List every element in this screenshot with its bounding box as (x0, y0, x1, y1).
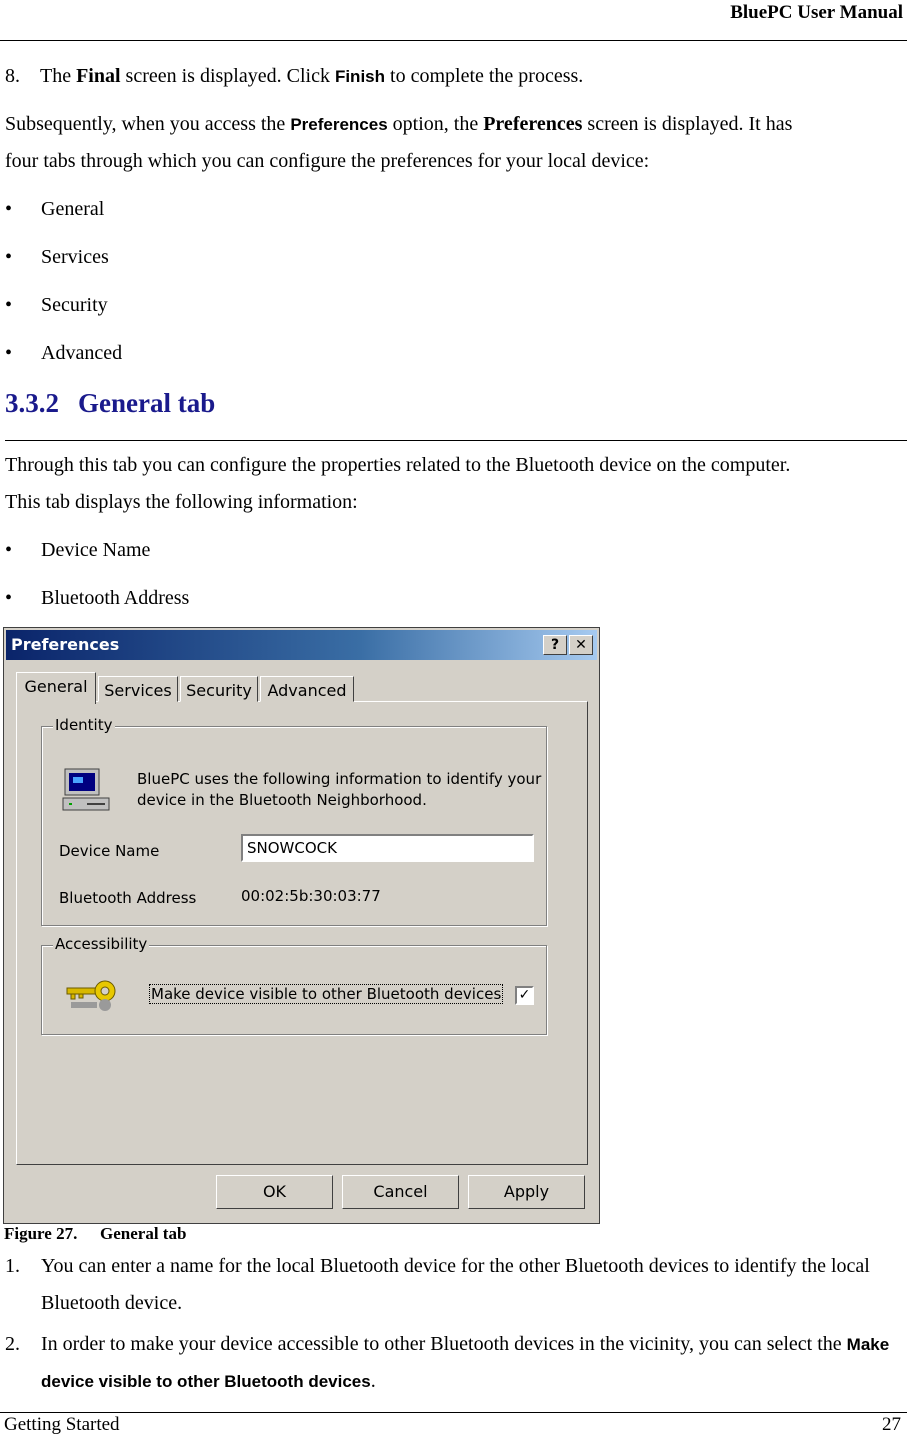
help-icon: ? (550, 637, 560, 653)
footer-chapter: Getting Started (4, 1414, 120, 1435)
tab-general[interactable]: General (16, 672, 96, 704)
section-heading: 3.3.2 General tab (5, 386, 907, 441)
bullet-dot: • (5, 342, 13, 364)
figure-label: Figure 27. (4, 1224, 78, 1243)
page-footer: Getting Started 27 (0, 1412, 907, 1440)
preferences-dialog: Preferences ? ✕ Identity BluePC uses the… (3, 627, 600, 1224)
page-header: BluePC User Manual (0, 0, 907, 41)
section-title: General tab (78, 388, 216, 418)
preferences-term: Preferences (483, 113, 583, 135)
tab-services[interactable]: Services (98, 676, 178, 702)
identity-description-line1: BluePC uses the following information to… (137, 770, 542, 788)
checkmark-icon: ✓ (518, 987, 531, 1003)
prefs-text-mid: option, the (387, 113, 484, 135)
bullet-text: Bluetooth Address (41, 587, 190, 609)
step-8: 8. The Final screen is displayed. Click … (5, 58, 583, 95)
help-button[interactable]: ? (543, 635, 567, 655)
make-visible-checkbox[interactable]: ✓ (515, 986, 534, 1005)
bluetooth-address-label: Bluetooth Address (59, 889, 197, 907)
preferences-paragraph-line2: four tabs through which you can configur… (5, 150, 650, 172)
device-name-field[interactable] (241, 834, 534, 862)
final-term: Final (76, 65, 121, 87)
key-icon (65, 978, 121, 1012)
figure-title: General tab (100, 1224, 187, 1243)
bullet-text: Device Name (41, 539, 151, 561)
tab-label: Advanced (267, 681, 347, 700)
apply-button-label: Apply (503, 1182, 550, 1201)
item-text-pre: In order to make your device accessible … (41, 1333, 847, 1355)
figure-caption: Figure 27. General tab (4, 1224, 186, 1244)
ok-button[interactable]: OK (216, 1175, 333, 1209)
bullet-text: Advanced (41, 342, 123, 364)
preferences-ui-term: Preferences (290, 115, 388, 134)
identity-group-label: Identity (53, 716, 115, 734)
identity-description-line2: device in the Bluetooth Neighborhood. (137, 791, 427, 809)
preferences-paragraph-line1: Subsequently, when you access the Prefer… (5, 106, 792, 143)
bullet-dot: • (5, 294, 13, 316)
cancel-button-label: Cancel (373, 1182, 428, 1201)
tab-label: Services (104, 681, 172, 700)
manual-title: BluePC User Manual (730, 2, 903, 23)
ok-button-label: OK (262, 1182, 287, 1201)
bluetooth-address-value: 00:02:5b:30:03:77 (241, 887, 381, 905)
cancel-button[interactable]: Cancel (342, 1175, 459, 1209)
make-visible-text: Make device visible to other Bluetooth d… (149, 984, 504, 1004)
page-number: 27 (882, 1414, 901, 1435)
step-8-number: 8. (5, 65, 20, 87)
general-paragraph-line2: This tab displays the following informat… (5, 491, 358, 513)
apply-button[interactable]: Apply (468, 1175, 585, 1209)
item-text-post: . (370, 1370, 376, 1392)
dialog-titlebar[interactable]: Preferences ? ✕ (6, 630, 597, 660)
step-8-text-pre: The (40, 65, 77, 87)
accessibility-group-label: Accessibility (53, 935, 150, 953)
item-number: 2. (5, 1333, 20, 1355)
tab-security[interactable]: Security (180, 676, 258, 702)
item-text: You can enter a name for the local Bluet… (41, 1255, 870, 1314)
tab-advanced[interactable]: Advanced (260, 676, 354, 702)
prefs-text-post: screen is displayed. It has (582, 113, 793, 135)
make-visible-label: Make device visible to other Bluetooth d… (149, 984, 504, 1004)
step-8-text-mid: screen is displayed. Click (120, 65, 335, 87)
step-8-text-post: to complete the process. (385, 65, 584, 87)
item-text: In order to make your device accessible … (41, 1326, 907, 1400)
bullet-text: Services (41, 246, 109, 268)
close-button[interactable]: ✕ (569, 635, 593, 655)
item-number: 1. (5, 1255, 20, 1277)
general-tab-panel: Identity BluePC uses the following infor… (16, 701, 588, 1165)
tab-label: General (24, 677, 88, 696)
bullet-text: Security (41, 294, 108, 316)
bullet-dot: • (5, 587, 13, 609)
tab-label: Security (186, 681, 252, 700)
close-icon: ✕ (575, 637, 587, 653)
bullet-dot: • (5, 539, 13, 561)
general-paragraph-line1: Through this tab you can configure the p… (5, 454, 791, 476)
bullet-dot: • (5, 246, 13, 268)
dialog-title: Preferences (11, 635, 120, 654)
bullet-dot: • (5, 198, 13, 220)
computer-icon (61, 768, 113, 812)
finish-ui-term: Finish (334, 67, 386, 86)
section-number: 3.3.2 (5, 388, 59, 418)
device-name-label: Device Name (59, 842, 160, 860)
bullet-text: General (41, 198, 105, 220)
prefs-text-pre: Subsequently, when you access the (5, 113, 291, 135)
